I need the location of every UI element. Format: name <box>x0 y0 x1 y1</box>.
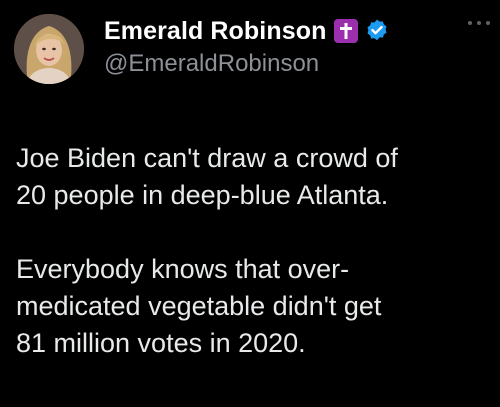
display-name[interactable]: Emerald Robinson <box>104 17 326 46</box>
more-horizontal-icon[interactable] <box>468 18 490 28</box>
tweet-line: Everybody knows that over- <box>16 254 350 284</box>
verified-icon <box>364 18 390 44</box>
avatar[interactable] <box>14 14 84 84</box>
tweet-line: medicated vegetable didn't get <box>16 291 382 321</box>
tweet-line: Joe Biden can't draw a crowd of <box>16 143 398 173</box>
author-name-row: Emerald Robinson <box>104 14 390 48</box>
tweet-card: Emerald Robinson @EmeraldRobinson Joe Bi… <box>0 0 500 407</box>
more-dot <box>477 21 481 25</box>
cross-icon <box>334 19 359 43</box>
tweet-paragraph: Joe Biden can't draw a crowd of 20 peopl… <box>16 140 486 214</box>
more-dot <box>486 21 490 25</box>
tweet-text: Joe Biden can't draw a crowd of 20 peopl… <box>16 140 486 399</box>
author-handle[interactable]: @EmeraldRobinson <box>104 50 319 78</box>
more-dot <box>468 21 472 25</box>
tweet-line: 20 people in deep-blue Atlanta. <box>16 180 389 210</box>
avatar-image <box>14 14 84 84</box>
tweet-line: 81 million votes in 2020. <box>16 328 306 358</box>
tweet-paragraph: Everybody knows that over- medicated veg… <box>16 251 486 362</box>
